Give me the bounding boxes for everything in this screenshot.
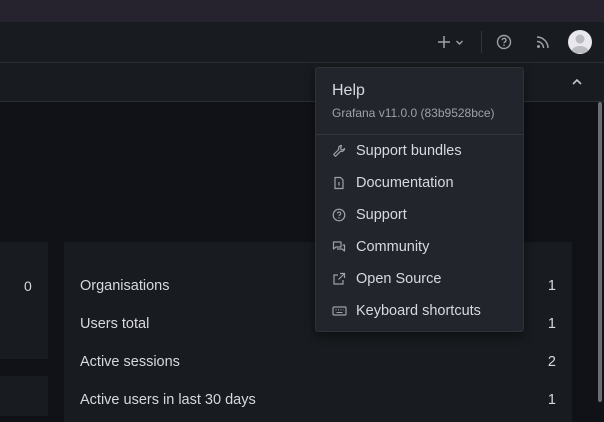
scrollbar[interactable]	[598, 102, 602, 402]
version-label: Grafana v11.0.0 (83b9528bce)	[332, 106, 495, 120]
help-menu: Help Grafana v11.0.0 (83b9528bce) Suppor…	[315, 67, 524, 332]
chevron-down-icon	[455, 38, 464, 47]
top-navbar	[0, 22, 604, 63]
stats-card-left-lower	[0, 376, 48, 416]
menu-item-label: Support	[356, 207, 407, 223]
navbar-divider	[481, 31, 482, 53]
question-circle-icon	[496, 34, 512, 50]
rss-icon	[536, 35, 550, 49]
stat-value: 1	[547, 392, 556, 408]
new-menu-button[interactable]	[432, 22, 468, 62]
menu-item-documentation[interactable]: Documentation	[316, 167, 523, 199]
menu-item-open-source[interactable]: Open Source	[316, 263, 523, 295]
menu-item-keyboard-shortcuts[interactable]: Keyboard shortcuts	[316, 295, 523, 327]
stat-value: 2	[547, 354, 556, 370]
document-icon	[331, 175, 347, 191]
menu-item-support-bundles[interactable]: Support bundles	[316, 135, 523, 167]
stat-value: 1	[547, 316, 556, 332]
menu-item-label: Support bundles	[356, 143, 462, 159]
external-link-icon	[331, 271, 347, 287]
stat-label: Active sessions	[80, 354, 180, 370]
question-circle-icon	[331, 207, 347, 223]
collapse-button[interactable]	[570, 75, 584, 89]
menu-item-label: Keyboard shortcuts	[356, 303, 481, 319]
stat-row: Active sessions 2	[80, 354, 556, 370]
wrench-icon	[331, 143, 347, 159]
plus-icon	[437, 35, 451, 49]
stat-label: Users total	[80, 316, 150, 332]
stat-label: Active users in last 30 days	[80, 392, 256, 408]
help-button[interactable]	[493, 22, 515, 62]
comments-icon	[331, 239, 347, 255]
keyboard-icon	[331, 303, 347, 319]
chevron-up-icon	[570, 75, 584, 89]
menu-item-support[interactable]: Support	[316, 199, 523, 231]
stat-value-left: 0	[24, 278, 32, 294]
menu-item-label: Community	[356, 239, 430, 255]
stat-value: 1	[547, 278, 556, 294]
menu-item-label: Documentation	[356, 175, 454, 191]
window-top-strip	[0, 0, 604, 23]
help-menu-title: Help	[332, 82, 365, 99]
user-avatar[interactable]	[568, 30, 592, 54]
stats-card-left	[0, 242, 48, 359]
menu-item-community[interactable]: Community	[316, 231, 523, 263]
menu-item-label: Open Source	[356, 271, 442, 287]
news-feed-button[interactable]	[533, 22, 553, 62]
stat-label: Organisations	[80, 278, 170, 294]
stat-row: Active users in last 30 days 1	[80, 392, 556, 408]
